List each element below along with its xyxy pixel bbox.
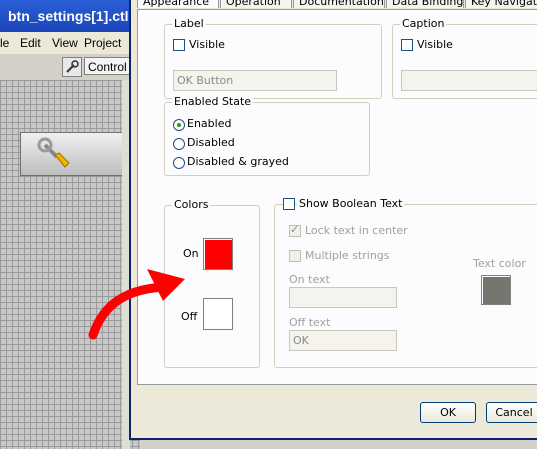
annotation-arrow <box>88 269 185 340</box>
tab-appearance[interactable]: Appearance <box>137 0 219 8</box>
radio-disabled-label: Disabled <box>187 136 235 149</box>
on-text-field[interactable] <box>289 287 397 308</box>
label-group-title: Label <box>172 17 206 30</box>
radio-selected-dot <box>177 123 181 127</box>
show-boolean-text-label: Show Boolean Text <box>297 197 405 210</box>
off-color-swatch[interactable] <box>203 298 233 330</box>
ok-button-control[interactable] <box>20 132 130 176</box>
caption-group-title: Caption <box>400 17 447 30</box>
wrench-icon[interactable] <box>62 57 82 77</box>
multiple-strings-checkbox[interactable] <box>289 250 301 262</box>
label-visible-label: Visible <box>189 38 225 51</box>
label-group: Label Visible OK Button <box>164 17 382 99</box>
label-visible-checkbox[interactable] <box>173 39 185 51</box>
ok-button[interactable]: OK <box>420 402 476 423</box>
radio-enabled[interactable] <box>173 119 185 131</box>
on-text-label: On text <box>289 273 330 286</box>
on-color-swatch[interactable] <box>203 238 233 270</box>
labview-front-panel-window: btn_settings[1].ctl le Edit View Project… <box>0 0 144 449</box>
cancel-button[interactable]: Cancel <box>486 402 537 423</box>
enabled-state-title: Enabled State <box>172 95 254 108</box>
lock-text-label: Lock text in center <box>305 224 408 237</box>
tab-operation[interactable]: Operation <box>220 0 292 8</box>
radio-disabled-grayed-label: Disabled & grayed <box>187 155 289 168</box>
tab-key-navigation[interactable]: Key Navigation <box>465 0 537 8</box>
radio-disabled-grayed[interactable] <box>173 157 185 169</box>
caption-visible-checkbox[interactable] <box>401 39 413 51</box>
menu-view[interactable]: View <box>52 36 78 50</box>
caption-visible-label: Visible <box>417 38 453 51</box>
text-color-swatch[interactable] <box>481 275 511 305</box>
menu-file[interactable]: le <box>0 36 9 50</box>
menu-bar: le Edit View Project <box>0 32 140 54</box>
toolbar: Control <box>0 54 144 81</box>
menu-project[interactable]: Project <box>84 36 121 50</box>
label-text-field[interactable]: OK Button <box>173 70 337 91</box>
radio-enabled-label: Enabled <box>187 117 232 130</box>
show-boolean-text-checkbox[interactable] <box>283 198 295 210</box>
radio-disabled[interactable] <box>173 138 185 150</box>
text-color-label: Text color <box>473 257 526 270</box>
menu-edit[interactable]: Edit <box>20 36 41 50</box>
boolean-text-group: Show Boolean Text ✓ Lock text in center … <box>274 197 537 368</box>
tab-data-binding[interactable]: Data Binding <box>386 0 464 8</box>
enabled-state-group: Enabled State Enabled Disabled Disabled … <box>164 95 370 176</box>
boolean-properties-dialog: Appearance Operation Documentation Data … <box>129 0 537 440</box>
off-text-field[interactable]: OK <box>289 330 397 351</box>
wrench-icon <box>37 137 70 168</box>
colors-title: Colors <box>172 198 211 211</box>
caption-text-field[interactable] <box>401 70 537 91</box>
off-text-label: Off text <box>289 316 331 329</box>
caption-group: Caption Visible <box>392 17 537 99</box>
multiple-strings-label: Multiple strings <box>305 249 390 262</box>
tab-documentation[interactable]: Documentation <box>293 0 385 8</box>
window-title: btn_settings[1].ctl <box>0 0 140 32</box>
lock-text-checkbox[interactable]: ✓ <box>289 223 301 237</box>
